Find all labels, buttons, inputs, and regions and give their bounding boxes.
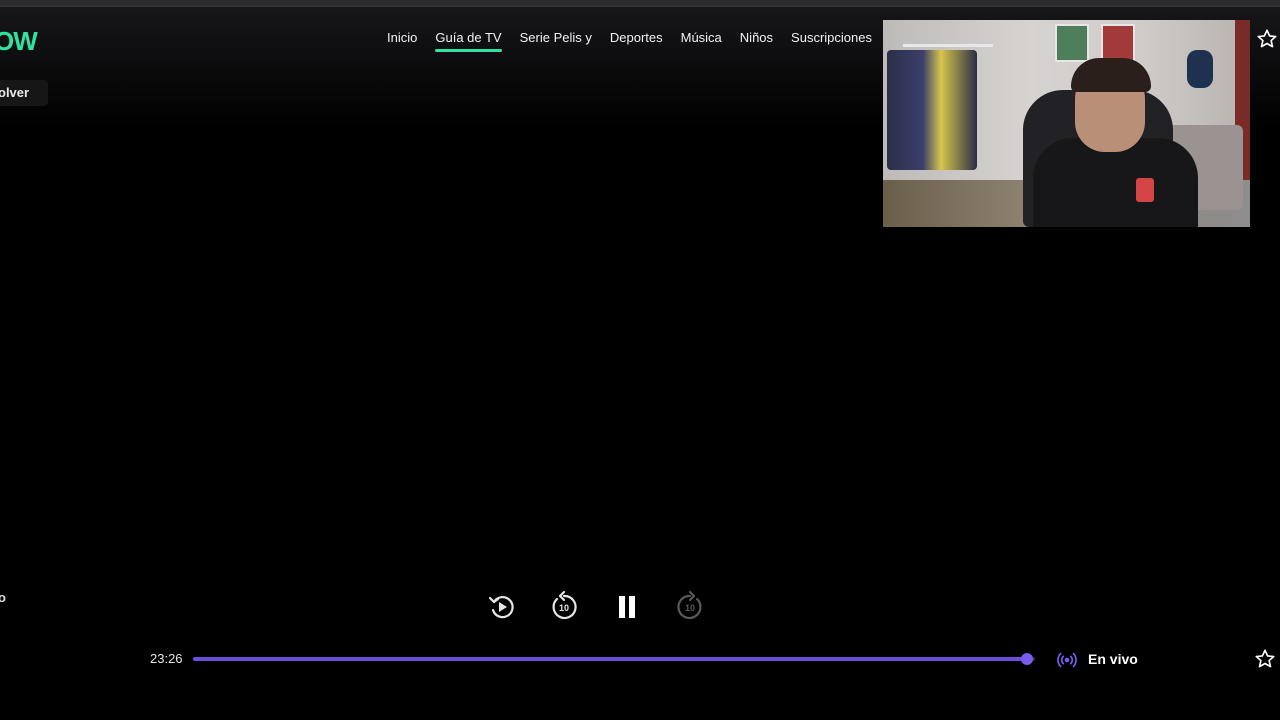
progress-fill bbox=[193, 657, 1027, 661]
restart-play-icon[interactable] bbox=[485, 590, 519, 624]
back-button[interactable]: olver bbox=[0, 80, 48, 106]
favorite-star-icon[interactable] bbox=[1254, 648, 1276, 670]
brand-logo[interactable]: OW bbox=[0, 26, 38, 57]
live-broadcast-icon bbox=[1057, 652, 1077, 668]
nav-item-deportes[interactable]: Deportes bbox=[601, 28, 672, 52]
webcam-jerseys bbox=[887, 50, 977, 170]
elapsed-time: 23:26 bbox=[150, 651, 183, 666]
nav-item-inicio[interactable]: Inicio bbox=[378, 28, 426, 52]
nav-item-guia-de-tv[interactable]: Guía de TV bbox=[426, 28, 510, 52]
webcam-backpack bbox=[1187, 50, 1213, 88]
progress-row: 23:26 En vivo bbox=[0, 645, 1280, 675]
pause-icon[interactable] bbox=[610, 590, 644, 624]
webcam-jersey-badge bbox=[1136, 178, 1154, 202]
webcam-poster bbox=[1055, 24, 1089, 62]
video-player[interactable]: OW olver Inicio Guía de TV Serie Pelis y… bbox=[0, 0, 1280, 720]
nav-item-ninos[interactable]: Niños bbox=[731, 28, 782, 52]
browser-edge bbox=[0, 0, 1280, 7]
rewind-10-icon[interactable]: 10 bbox=[547, 590, 581, 624]
webcam-overlay bbox=[883, 20, 1250, 227]
progress-thumb[interactable] bbox=[1020, 653, 1033, 665]
live-label[interactable]: En vivo bbox=[1088, 651, 1138, 667]
rewind-seconds-label: 10 bbox=[559, 603, 569, 613]
forward-10-icon[interactable]: 10 bbox=[673, 590, 707, 624]
webcam-poster bbox=[1101, 24, 1135, 62]
favorite-star-icon[interactable] bbox=[1256, 28, 1278, 50]
webcam-clothes-rack bbox=[903, 44, 993, 47]
nav-item-musica[interactable]: Música bbox=[672, 28, 731, 52]
main-nav: Inicio Guía de TV Serie Pelis y Deportes… bbox=[378, 28, 881, 52]
nav-item-series-peliculas[interactable]: Serie Pelis y bbox=[511, 28, 601, 52]
progress-track[interactable] bbox=[193, 653, 1035, 665]
nav-item-suscripciones[interactable]: Suscripciones bbox=[782, 28, 881, 52]
forward-seconds-label: 10 bbox=[685, 603, 695, 613]
playback-controls: 10 10 bbox=[0, 590, 1280, 630]
webcam-person-hair bbox=[1071, 58, 1151, 92]
